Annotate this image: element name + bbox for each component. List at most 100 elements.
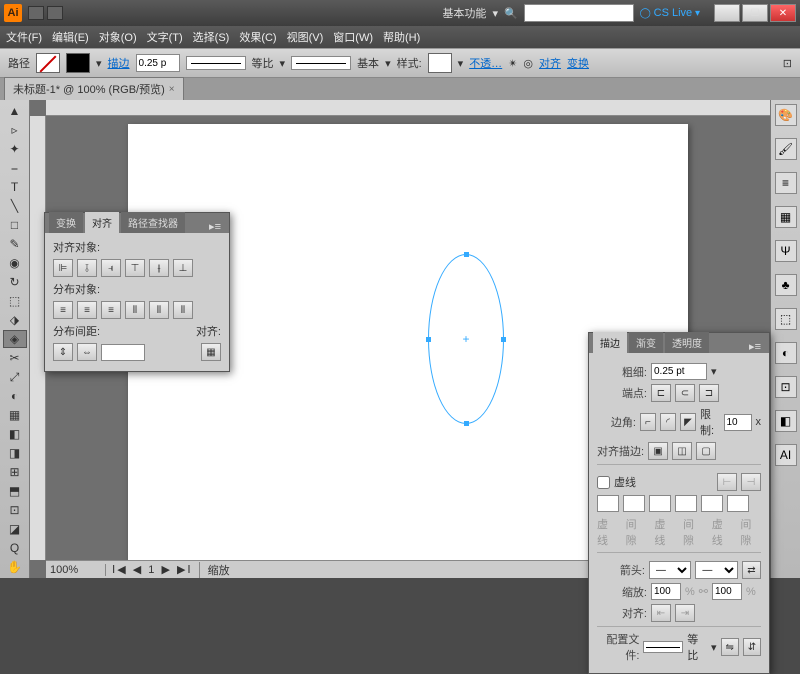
swap-arrows-button[interactable]: ⇄ bbox=[742, 561, 761, 579]
align-hcenter-button[interactable]: ⫱ bbox=[77, 259, 97, 277]
tab-pathfinder[interactable]: 路径查找器 bbox=[121, 212, 185, 233]
stroke-link[interactable]: 描边 bbox=[108, 55, 130, 71]
recolor-icon[interactable]: ✴ bbox=[508, 57, 517, 70]
distribute-hcenter-button[interactable]: ⦀ bbox=[149, 301, 169, 319]
tool-mesh[interactable]: ▦ bbox=[3, 406, 27, 424]
anchor-point[interactable] bbox=[501, 337, 506, 342]
brush-preview[interactable] bbox=[291, 56, 351, 70]
document-tab[interactable]: 未标题-1* @ 100% (RGB/预览) × bbox=[4, 77, 184, 100]
tab-stroke[interactable]: 描边 bbox=[593, 332, 627, 353]
align-link[interactable]: 对齐 bbox=[539, 55, 561, 71]
dock-icon-layers[interactable]: ◧ bbox=[775, 410, 797, 432]
menu-view[interactable]: 视图(V) bbox=[287, 29, 324, 45]
tool-width[interactable]: ⬗ bbox=[3, 311, 27, 329]
close-button[interactable]: ✕ bbox=[770, 4, 796, 22]
cap-round-button[interactable]: ⊂ bbox=[675, 384, 695, 402]
spacing-input[interactable] bbox=[101, 344, 145, 361]
cs-live-button[interactable]: ◯ CS Live ▾ bbox=[640, 7, 700, 19]
anchor-point[interactable] bbox=[464, 252, 469, 257]
corner-bevel-button[interactable]: ◤ bbox=[680, 413, 696, 431]
dock-icon-color[interactable]: 🎨 bbox=[775, 104, 797, 126]
titlebar-button[interactable] bbox=[47, 6, 63, 20]
maximize-button[interactable]: ☐ bbox=[742, 4, 768, 22]
corner-round-button[interactable]: ◜ bbox=[660, 413, 676, 431]
minimize-button[interactable]: ─ bbox=[714, 4, 740, 22]
tool-free-transform[interactable]: ⤢ bbox=[3, 368, 27, 386]
tool-gradient[interactable]: ◐ bbox=[3, 387, 27, 405]
menu-file[interactable]: 文件(F) bbox=[6, 29, 42, 45]
tool-line[interactable]: ╲ bbox=[3, 197, 27, 215]
tool-scissors[interactable]: ✂ bbox=[3, 349, 27, 367]
chevron-down-icon[interactable]: ▾ bbox=[711, 365, 717, 378]
tab-close-icon[interactable]: × bbox=[169, 84, 175, 95]
tool-type[interactable]: T bbox=[3, 178, 27, 196]
globe-icon[interactable]: ◎ bbox=[523, 57, 533, 70]
distribute-top-button[interactable]: ≡ bbox=[53, 301, 73, 319]
dock-icon-gradient[interactable]: ⊡ bbox=[775, 376, 797, 398]
tool-scale[interactable]: ⬚ bbox=[3, 292, 27, 310]
tool-zoom[interactable]: Q bbox=[3, 539, 27, 557]
isolate-icon[interactable]: ⊡ bbox=[783, 57, 792, 70]
dock-icon-symbols[interactable]: Ψ bbox=[775, 240, 797, 262]
dashed-checkbox[interactable] bbox=[597, 476, 610, 489]
menu-window[interactable]: 窗口(W) bbox=[333, 29, 373, 45]
dock-icon-appearance[interactable]: ⬚ bbox=[775, 308, 797, 330]
ruler-horizontal[interactable] bbox=[46, 100, 770, 116]
tool-blob[interactable]: ◉ bbox=[3, 254, 27, 272]
anchor-point[interactable] bbox=[464, 421, 469, 426]
align-panel[interactable]: 变换 对齐 路径查找器 ▸≡ 对齐对象: ⊫ ⫱ ⫣ ⊤ ⫲ ⊥ 分布对象: ≡… bbox=[44, 212, 230, 372]
tool-hand[interactable]: ✋ bbox=[3, 558, 27, 576]
style-swatch[interactable] bbox=[428, 53, 452, 73]
anchor-point[interactable] bbox=[426, 337, 431, 342]
tool-artboard[interactable]: ⬒ bbox=[3, 482, 27, 500]
menu-edit[interactable]: 编辑(E) bbox=[52, 29, 89, 45]
distribute-right-button[interactable]: ⦀ bbox=[173, 301, 193, 319]
miter-limit-input[interactable] bbox=[724, 414, 752, 431]
tool-magic-wand[interactable]: ✦ bbox=[3, 140, 27, 158]
search-input[interactable] bbox=[524, 4, 634, 22]
dock-icon-graphic-styles[interactable]: ♣ bbox=[775, 274, 797, 296]
status-mode[interactable]: 缩放 bbox=[199, 562, 238, 578]
dock-icon-transparency[interactable]: ◐ bbox=[775, 342, 797, 364]
align-vcenter-button[interactable]: ⫲ bbox=[149, 259, 169, 277]
flip-along-button[interactable]: ⇋ bbox=[721, 638, 739, 656]
tab-transparency[interactable]: 透明度 bbox=[665, 332, 709, 353]
workspace-switcher[interactable]: 基本功能 bbox=[442, 5, 486, 21]
distribute-hspacing-button[interactable]: ⇔ bbox=[77, 343, 97, 361]
menu-help[interactable]: 帮助(H) bbox=[383, 29, 420, 45]
align-left-button[interactable]: ⊫ bbox=[53, 259, 73, 277]
tool-eyedropper[interactable]: ◧ bbox=[3, 425, 27, 443]
dock-icon-swatches[interactable]: ▦ bbox=[775, 206, 797, 228]
dock-icon-brushes[interactable]: 🖌 bbox=[775, 138, 797, 160]
panel-menu-icon[interactable]: ▸≡ bbox=[205, 220, 225, 233]
tool-direct-select[interactable]: ▹ bbox=[3, 121, 27, 139]
align-top-button[interactable]: ⊤ bbox=[125, 259, 145, 277]
selected-ellipse[interactable]: + bbox=[428, 254, 504, 424]
chevron-down-icon[interactable]: ▾ bbox=[711, 641, 717, 654]
tool-symbol[interactable]: ⊞ bbox=[3, 463, 27, 481]
align-to-button[interactable]: ▦ bbox=[201, 343, 221, 361]
align-stroke-inside-button[interactable]: ◫ bbox=[672, 442, 692, 460]
tool-slice[interactable]: ⊡ bbox=[3, 501, 27, 519]
flip-across-button[interactable]: ⇵ bbox=[743, 638, 761, 656]
distribute-vcenter-button[interactable]: ≡ bbox=[77, 301, 97, 319]
tab-align[interactable]: 对齐 bbox=[85, 212, 119, 233]
distribute-bottom-button[interactable]: ≡ bbox=[101, 301, 121, 319]
cap-butt-button[interactable]: ⊏ bbox=[651, 384, 671, 402]
distribute-vspacing-button[interactable]: ⇕ bbox=[53, 343, 73, 361]
align-right-button[interactable]: ⫣ bbox=[101, 259, 121, 277]
zoom-level[interactable]: 100% bbox=[46, 564, 106, 576]
fill-swatch[interactable] bbox=[36, 53, 60, 73]
tool-shape-builder[interactable]: ◈ bbox=[3, 330, 27, 348]
tool-blend[interactable]: ◨ bbox=[3, 444, 27, 462]
panel-menu-icon[interactable]: ▸≡ bbox=[745, 340, 765, 353]
align-stroke-center-button[interactable]: ▣ bbox=[648, 442, 668, 460]
cap-square-button[interactable]: ⊐ bbox=[699, 384, 719, 402]
tool-selection[interactable]: ▲ bbox=[3, 102, 27, 120]
stroke-swatch[interactable] bbox=[66, 53, 90, 73]
transform-link[interactable]: 变换 bbox=[567, 55, 589, 71]
tab-gradient[interactable]: 渐变 bbox=[629, 332, 663, 353]
menu-object[interactable]: 对象(O) bbox=[99, 29, 137, 45]
tab-transform[interactable]: 变换 bbox=[49, 212, 83, 233]
stroke-panel[interactable]: 描边 渐变 透明度 ▸≡ 粗细: ▾ 端点: ⊏ ⊂ ⊐ 边角: ⌐ ◜ ◤ 限 bbox=[588, 332, 770, 674]
